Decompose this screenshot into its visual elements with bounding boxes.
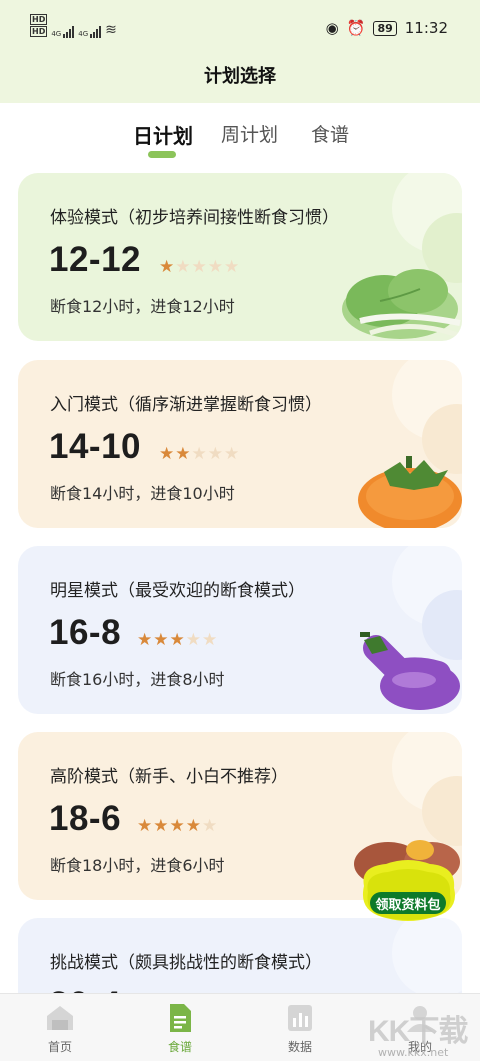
star-filled-icon: ★ (185, 816, 202, 836)
home-icon (47, 1006, 73, 1030)
plan-mode-title: 挑战模式（颇具挑战性的断食模式） (50, 953, 322, 973)
star-empty-icon: ★ (207, 257, 224, 277)
status-bar: HD HD 4G 4G ≋ ◉ ⏰ 89 11:32 (0, 0, 480, 58)
nav-label: 首页 (47, 1040, 72, 1054)
nav-label: 数据 (287, 1040, 312, 1054)
tab-daily-plan[interactable]: 日计划 (133, 120, 193, 149)
hd-badge: HD (30, 26, 48, 37)
star-filled-icon: ★ (137, 630, 154, 650)
difficulty-stars: ★★★★★ (137, 630, 218, 650)
star-filled-icon: ★ (175, 444, 192, 464)
star-filled-icon: ★ (137, 816, 154, 836)
plan-card-star[interactable]: 明星模式（最受欢迎的断食模式） 16-8 ★★★★★ 断食16小时，进食8小时 (18, 546, 462, 714)
alarm-icon: ⏰ (346, 19, 366, 37)
plan-ratio: 18-6 (49, 799, 122, 838)
nav-label: 食谱 (167, 1040, 192, 1054)
plan-ratio: 14-10 (49, 427, 142, 466)
tab-weekly-plan[interactable]: 周计划 (221, 120, 278, 147)
star-filled-icon: ★ (159, 444, 176, 464)
bok-choy-icon (342, 269, 461, 339)
network-type: 4G (78, 30, 89, 38)
plan-tabs: 日计划 周计划 食谱 (0, 120, 480, 160)
hd-badge: HD (30, 14, 48, 25)
persimmon-icon (358, 456, 462, 528)
star-empty-icon: ★ (191, 444, 208, 464)
header-area: HD HD 4G 4G ≋ ◉ ⏰ 89 11:32 计划选择 (0, 0, 480, 103)
plan-mode-title: 高阶模式（新手、小白不推荐） (50, 767, 288, 787)
page-title: 计划选择 (204, 66, 276, 87)
star-filled-icon: ★ (169, 630, 186, 650)
plan-mode-title: 体验模式（初步培养间接性断食习惯） (50, 208, 339, 228)
signal-icon: 4G (51, 24, 75, 38)
star-empty-icon: ★ (224, 444, 241, 464)
plan-ratio: 12-12 (49, 240, 142, 279)
eggplant-icon (360, 632, 460, 710)
difficulty-stars: ★★★★★ (137, 816, 218, 836)
promo-label: 领取资料包 (375, 898, 441, 913)
star-empty-icon: ★ (202, 816, 219, 836)
network-type: 4G (51, 30, 62, 38)
nav-recipes[interactable]: 食谱 (120, 994, 240, 1061)
active-tab-indicator (148, 151, 176, 158)
plan-ratio: 16-8 (49, 613, 122, 652)
clock: 11:32 (404, 19, 448, 37)
plan-description: 断食16小时，进食8小时 (50, 670, 225, 689)
hd-badges: HD HD (30, 14, 48, 38)
watermark-url: www.kkx.net (378, 1046, 449, 1059)
battery-indicator: 89 (373, 20, 397, 36)
plan-card-trial[interactable]: 体验模式（初步培养间接性断食习惯） 12-12 ★★★★★ 断食12小时，进食1… (18, 173, 462, 341)
star-empty-icon: ★ (185, 630, 202, 650)
watermark-text: KK下载 (368, 1015, 468, 1048)
nav-home[interactable]: 首页 (0, 994, 120, 1061)
star-empty-icon: ★ (224, 257, 241, 277)
star-empty-icon: ★ (207, 444, 224, 464)
star-filled-icon: ★ (153, 630, 170, 650)
plan-card-beginner[interactable]: 入门模式（循序渐进掌握断食习惯） 14-10 ★★★★★ 断食14小时，进食10… (18, 360, 462, 528)
signal-icon: 4G (78, 24, 102, 38)
star-filled-icon: ★ (153, 816, 170, 836)
star-filled-icon: ★ (169, 816, 186, 836)
star-empty-icon: ★ (191, 257, 208, 277)
plan-mode-title: 入门模式（循序渐进掌握断食习惯） (50, 395, 322, 415)
chart-icon (288, 1005, 312, 1031)
wifi-icon: ≋ (105, 22, 117, 38)
signal-indicators: HD HD 4G 4G ≋ (30, 14, 117, 38)
star-filled-icon: ★ (159, 257, 176, 277)
star-empty-icon: ★ (175, 257, 192, 277)
plan-description: 断食12小时，进食12小时 (50, 297, 235, 316)
promo-badge[interactable]: 领取资料包 (356, 856, 460, 922)
tab-recipes[interactable]: 食谱 (311, 120, 349, 147)
nav-data[interactable]: 数据 (240, 994, 360, 1061)
document-icon (170, 1004, 191, 1032)
difficulty-stars: ★★★★★ (159, 444, 240, 464)
status-right: ◉ ⏰ 89 11:32 (326, 19, 448, 37)
difficulty-stars: ★★★★★ (159, 257, 240, 277)
plan-description: 断食14小时，进食10小时 (50, 484, 235, 503)
eye-icon: ◉ (325, 19, 339, 37)
plan-description: 断食18小时，进食6小时 (50, 856, 225, 875)
plan-mode-title: 明星模式（最受欢迎的断食模式） (50, 581, 305, 601)
star-empty-icon: ★ (202, 630, 219, 650)
